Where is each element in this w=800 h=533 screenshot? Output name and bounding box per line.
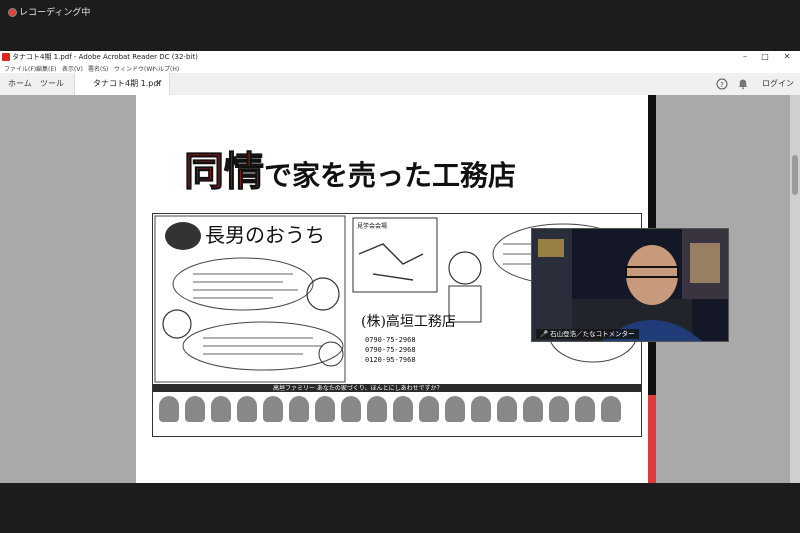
staff-photo <box>341 396 361 422</box>
headline-black: で家を売った工務店 <box>264 159 517 192</box>
family-strip: 高垣ファミリー あなたの家づくり、ほんとにしあわせですか？ <box>153 384 641 392</box>
staff-photo <box>185 396 205 422</box>
page-headline: 同情で家を売った工務店 <box>184 139 517 197</box>
headline-red: 同情 <box>184 149 265 196</box>
menu-help[interactable]: ヘルプ(H) <box>152 64 179 73</box>
menu-bar: ファイル(F) 編集(E) 表示(V) 署名(S) ウィンドウ(W) ヘルプ(H… <box>0 63 800 73</box>
family-strip-text: 高垣ファミリー あなたの家づくり、ほんとにしあわせですか？ <box>273 385 443 392</box>
staff-photo <box>159 396 179 422</box>
map-label: 見学会会場 <box>357 222 387 230</box>
recording-bar: レコーディング中 <box>0 0 800 50</box>
staff-photo <box>211 396 231 422</box>
tab-bar: ホーム ツール タナコト4期 1.pdf ✕ ? ログイン <box>0 73 800 96</box>
staff-photo <box>523 396 543 422</box>
menu-edit[interactable]: 編集(E) <box>36 64 56 73</box>
flyer-title: 長男のおうち <box>205 223 325 247</box>
menu-view[interactable]: 表示(V) <box>62 64 83 73</box>
minimize-button[interactable]: – <box>738 51 752 63</box>
phone-2: 0790-75-2968 <box>365 346 416 354</box>
tab-tools[interactable]: ツール <box>40 73 64 95</box>
phone-1: 0790-75-2968 <box>365 336 416 344</box>
staff-photo <box>575 396 595 422</box>
title-bar: タナコト4期 1.pdf - Adobe Acrobat Reader DC (… <box>0 51 800 63</box>
webcam-video[interactable]: 🎤 石山登浩／たなコトメンター <box>531 228 729 342</box>
staff-photo <box>419 396 439 422</box>
maximize-button[interactable]: □ <box>758 51 772 63</box>
webcam-scene <box>532 229 728 341</box>
staff-photo <box>263 396 283 422</box>
recording-icon <box>8 8 17 17</box>
staff-photo <box>315 396 335 422</box>
webcam-name-label: 🎤 石山登浩／たなコトメンター <box>536 329 639 339</box>
webcam-name: 石山登浩／たなコトメンター <box>550 330 635 338</box>
acrobat-icon <box>2 53 10 61</box>
recording-status: レコーディング中 <box>19 8 91 18</box>
phone-3: 0120-95-7968 <box>365 356 416 364</box>
document-tab-label: タナコト4期 1.pdf <box>93 79 162 88</box>
staff-photo <box>601 396 621 422</box>
tab-home[interactable]: ホーム <box>8 73 32 95</box>
mic-muted-icon: 🎤 <box>540 330 549 338</box>
close-tab-icon[interactable]: ✕ <box>155 73 162 95</box>
staff-photo <box>367 396 387 422</box>
company-name: (株)高垣工務店 <box>361 313 456 330</box>
meeting-bottom-bar <box>0 483 800 533</box>
vertical-scrollbar[interactable] <box>790 95 800 483</box>
question-circle-icon[interactable]: ? <box>716 78 728 90</box>
bell-icon[interactable] <box>737 78 749 90</box>
menu-sign[interactable]: 署名(S) <box>88 64 109 73</box>
staff-photo <box>471 396 491 422</box>
staff-photo <box>289 396 309 422</box>
svg-text:?: ? <box>720 81 724 89</box>
menu-window[interactable]: ウィンドウ(W) <box>114 64 155 73</box>
staff-photo <box>497 396 517 422</box>
staff-photo <box>237 396 257 422</box>
tab-document[interactable]: タナコト4期 1.pdf ✕ <box>74 73 170 95</box>
page-edge-accent <box>648 395 656 483</box>
login-button[interactable]: ログイン <box>762 73 794 95</box>
staff-photo <box>393 396 413 422</box>
menu-file[interactable]: ファイル(F) <box>4 64 36 73</box>
window-title: タナコト4期 1.pdf - Adobe Acrobat Reader DC (… <box>12 53 198 61</box>
close-window-button[interactable]: ✕ <box>780 51 794 63</box>
staff-photo <box>445 396 465 422</box>
staff-photo <box>549 396 569 422</box>
scrollbar-thumb[interactable] <box>792 155 798 195</box>
